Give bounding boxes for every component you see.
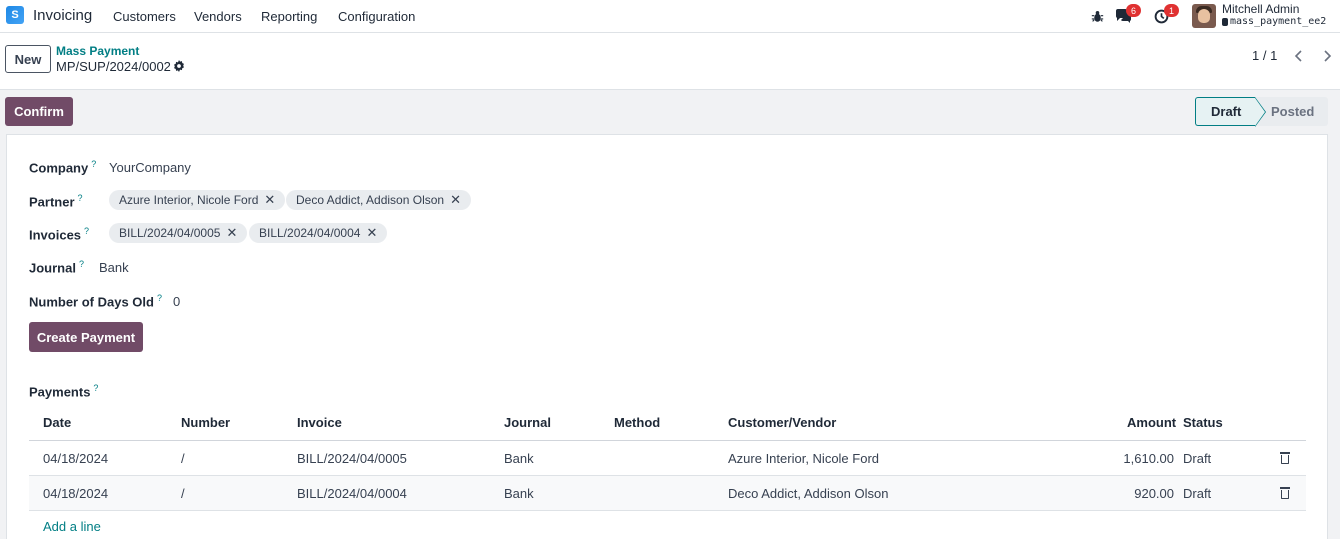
add-a-line-link[interactable]: Add a line	[43, 519, 101, 534]
table-row[interactable]: 04/18/2024 / BILL/2024/04/0004 Bank Deco…	[29, 476, 1306, 511]
database-name: mass_payment_ee2	[1222, 16, 1326, 27]
top-navbar: S Invoicing Customers Vendors Reporting …	[0, 0, 1340, 33]
col-method[interactable]: Method	[614, 415, 660, 430]
partner-tag: Deco Addict, Addison Olson ✕	[286, 190, 471, 210]
database-name-text: mass_payment_ee2	[1230, 16, 1327, 27]
menu-customers[interactable]: Customers	[113, 9, 176, 24]
cell-customer-vendor: Azure Interior, Nicole Ford	[728, 451, 880, 466]
user-avatar[interactable]	[1192, 4, 1216, 28]
days-old-label: Number of Days Old?	[29, 293, 162, 310]
cell-amount: 1,610.00	[1123, 451, 1174, 466]
table-row[interactable]: 04/18/2024 / BILL/2024/04/0005 Bank Azur…	[29, 441, 1306, 476]
debug-bug-icon[interactable]	[1089, 8, 1105, 24]
invoice-tag: BILL/2024/04/0004 ✕	[249, 223, 388, 243]
col-number[interactable]: Number	[181, 415, 230, 430]
messages-badge: 6	[1126, 4, 1141, 17]
col-amount[interactable]: Amount	[1127, 415, 1176, 430]
cell-status: Draft	[1183, 486, 1212, 501]
control-panel: New Mass Payment MP/SUP/2024/0002 1 / 1	[0, 33, 1340, 90]
invoices-label: Invoices?	[29, 226, 90, 243]
cell-invoice: BILL/2024/04/0004	[297, 486, 407, 501]
cell-status: Draft	[1183, 451, 1212, 466]
company-field[interactable]: YourCompany	[109, 160, 191, 175]
partner-label: Partner?	[29, 193, 83, 210]
app-name[interactable]: Invoicing	[33, 7, 92, 24]
activities-badge: 1	[1164, 4, 1179, 17]
breadcrumb-mass-payment[interactable]: Mass Payment	[56, 44, 139, 58]
journal-field[interactable]: Bank	[99, 260, 129, 275]
pager-previous-chevron-left-icon[interactable]	[1286, 45, 1310, 67]
journal-label: Journal?	[29, 259, 84, 276]
cell-invoice: BILL/2024/04/0005	[297, 451, 407, 466]
partner-tag: Azure Interior, Nicole Ford ✕	[109, 190, 286, 210]
user-name[interactable]: Mitchell Admin	[1222, 2, 1299, 16]
gear-icon[interactable]	[173, 60, 185, 75]
record-name: MP/SUP/2024/0002	[56, 59, 171, 74]
cell-date: 04/18/2024	[43, 486, 109, 501]
remove-tag-icon[interactable]: ✕	[226, 225, 237, 241]
delete-row-trash-icon[interactable]	[1280, 487, 1290, 499]
invoice-tag: BILL/2024/04/0005 ✕	[109, 223, 248, 243]
payments-help-icon[interactable]: ?	[93, 383, 98, 393]
delete-row-trash-icon[interactable]	[1280, 452, 1290, 464]
company-help-icon[interactable]: ?	[91, 159, 96, 169]
col-status[interactable]: Status	[1183, 415, 1223, 430]
cell-journal: Bank	[504, 451, 534, 466]
company-label: Company?	[29, 159, 97, 176]
journal-help-icon[interactable]: ?	[79, 259, 84, 269]
cell-journal: Bank	[504, 486, 534, 501]
create-payment-button[interactable]: Create Payment	[29, 322, 143, 352]
menu-configuration[interactable]: Configuration	[338, 9, 415, 24]
days-old-field[interactable]: 0	[173, 294, 180, 309]
status-bar: Draft Posted	[1195, 97, 1328, 127]
cell-customer-vendor: Deco Addict, Addison Olson	[728, 486, 889, 501]
cell-number: /	[181, 451, 185, 466]
remove-tag-icon[interactable]: ✕	[264, 192, 275, 208]
pager-next-chevron-right-icon[interactable]	[1316, 45, 1340, 67]
partner-help-icon[interactable]: ?	[78, 193, 83, 203]
cell-number: /	[181, 486, 185, 501]
menu-vendors[interactable]: Vendors	[194, 9, 242, 24]
menu-reporting[interactable]: Reporting	[261, 9, 317, 24]
form-sheet: Company? YourCompany Partner? Azure Inte…	[6, 134, 1328, 539]
invoicing-app-icon[interactable]: S	[6, 6, 24, 24]
invoices-help-icon[interactable]: ?	[84, 226, 89, 236]
days-old-help-icon[interactable]: ?	[157, 293, 162, 303]
stage-draft[interactable]: Draft	[1195, 97, 1266, 127]
col-customer-vendor[interactable]: Customer/Vendor	[728, 415, 836, 430]
cell-date: 04/18/2024	[43, 451, 109, 466]
database-icon	[1222, 17, 1228, 26]
col-journal[interactable]: Journal	[504, 415, 551, 430]
col-date[interactable]: Date	[43, 415, 71, 430]
new-button[interactable]: New	[5, 45, 51, 73]
col-invoice[interactable]: Invoice	[297, 415, 342, 430]
remove-tag-icon[interactable]: ✕	[366, 225, 377, 241]
cell-amount: 920.00	[1134, 486, 1174, 501]
remove-tag-icon[interactable]: ✕	[450, 192, 461, 208]
payments-label: Payments?	[29, 383, 99, 400]
pager-value[interactable]: 1 / 1	[1252, 48, 1277, 63]
confirm-button[interactable]: Confirm	[5, 97, 73, 126]
